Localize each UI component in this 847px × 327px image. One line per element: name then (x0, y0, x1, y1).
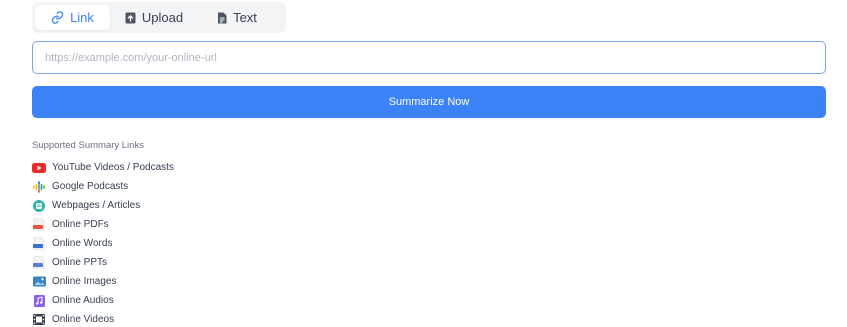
pdf-icon (32, 218, 46, 231)
word-icon (32, 237, 46, 250)
list-item-label: Online PDFs (52, 219, 109, 230)
list-item-label: Webpages / Articles (52, 200, 141, 211)
tab-text-label: Text (233, 10, 257, 25)
tab-text[interactable]: Text (198, 5, 276, 30)
list-item-label: Online Words (52, 238, 113, 249)
document-icon (217, 12, 227, 24)
input-mode-tabs: Link Upload Text (32, 2, 286, 33)
summarize-now-button[interactable]: Summarize Now (32, 86, 826, 118)
webpage-icon (32, 199, 46, 212)
google-podcasts-icon (32, 180, 46, 193)
video-icon (32, 313, 46, 326)
link-icon (51, 11, 64, 24)
list-item-webpages: Webpages / Articles (32, 196, 174, 215)
summarizer-page: Link Upload Text Summarize Now (0, 0, 847, 327)
list-item-audios: Online Audios (32, 291, 174, 310)
supported-links-list: YouTube Videos / Podcasts Google Podcast… (32, 158, 174, 327)
list-item-words: Online Words (32, 234, 174, 253)
tab-upload[interactable]: Upload (110, 5, 198, 30)
list-item-label: Google Podcasts (52, 181, 129, 192)
audio-icon (32, 294, 46, 307)
list-item-ppts: Online PPTs (32, 253, 174, 272)
url-input[interactable] (32, 41, 826, 74)
tab-link-label: Link (70, 10, 94, 25)
list-item-pdfs: Online PDFs (32, 215, 174, 234)
list-item-label: Online Videos (52, 314, 115, 325)
list-item-label: Online Audios (52, 295, 114, 306)
youtube-icon (32, 161, 46, 174)
supported-links-section: Supported Summary Links YouTube Videos /… (32, 139, 174, 327)
tab-upload-label: Upload (141, 10, 184, 25)
upload-icon (125, 12, 136, 24)
supported-links-title: Supported Summary Links (32, 140, 144, 151)
list-item-google-podcasts: Google Podcasts (32, 177, 174, 196)
ppt-icon (32, 256, 46, 269)
list-item-label: Online Images (52, 276, 117, 287)
list-item-label: Online PPTs (52, 257, 108, 268)
list-item-label: YouTube Videos / Podcasts (52, 162, 174, 173)
list-item-videos: Online Videos (32, 310, 174, 327)
tab-link[interactable]: Link (35, 5, 110, 30)
image-icon (32, 275, 46, 288)
list-item-youtube: YouTube Videos / Podcasts (32, 158, 174, 177)
list-item-images: Online Images (32, 272, 174, 291)
